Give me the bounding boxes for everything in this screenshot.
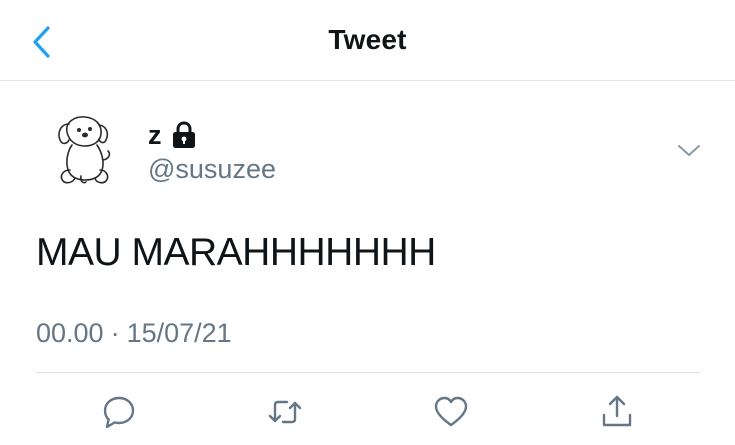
top-nav-bar: Tweet bbox=[0, 0, 735, 81]
share-button[interactable] bbox=[597, 392, 637, 432]
reply-icon bbox=[103, 396, 135, 429]
timestamp-separator: · bbox=[110, 318, 120, 348]
tweet-text: MAU MARAHHHHHHH bbox=[36, 231, 436, 274]
lock-icon bbox=[171, 120, 197, 150]
like-button[interactable] bbox=[431, 392, 471, 432]
tweet-actions-bar bbox=[0, 388, 735, 438]
more-options-button[interactable] bbox=[674, 138, 704, 164]
retweet-icon bbox=[268, 400, 302, 424]
display-name: z bbox=[148, 120, 162, 150]
tweet-detail-screen: Tweet z @susuzee MAU MARAHHHHHHH 00.00 ·… bbox=[0, 0, 735, 445]
page-title: Tweet bbox=[328, 24, 407, 55]
reply-button[interactable] bbox=[99, 392, 139, 432]
chevron-down-icon bbox=[678, 145, 700, 156]
tweet-date: 15/07/21 bbox=[126, 318, 232, 348]
user-handle[interactable]: @susuzee bbox=[148, 152, 276, 186]
heart-icon bbox=[434, 396, 468, 427]
avatar[interactable] bbox=[45, 110, 123, 192]
puppy-avatar-icon bbox=[58, 116, 111, 184]
retweet-button[interactable] bbox=[265, 392, 305, 432]
tweet-time: 00.00 bbox=[36, 318, 104, 348]
tweet-timestamp: 00.00 · 15/07/21 bbox=[36, 316, 232, 350]
author-name-row[interactable]: z bbox=[148, 118, 197, 152]
share-icon bbox=[602, 395, 632, 427]
divider bbox=[36, 372, 700, 373]
